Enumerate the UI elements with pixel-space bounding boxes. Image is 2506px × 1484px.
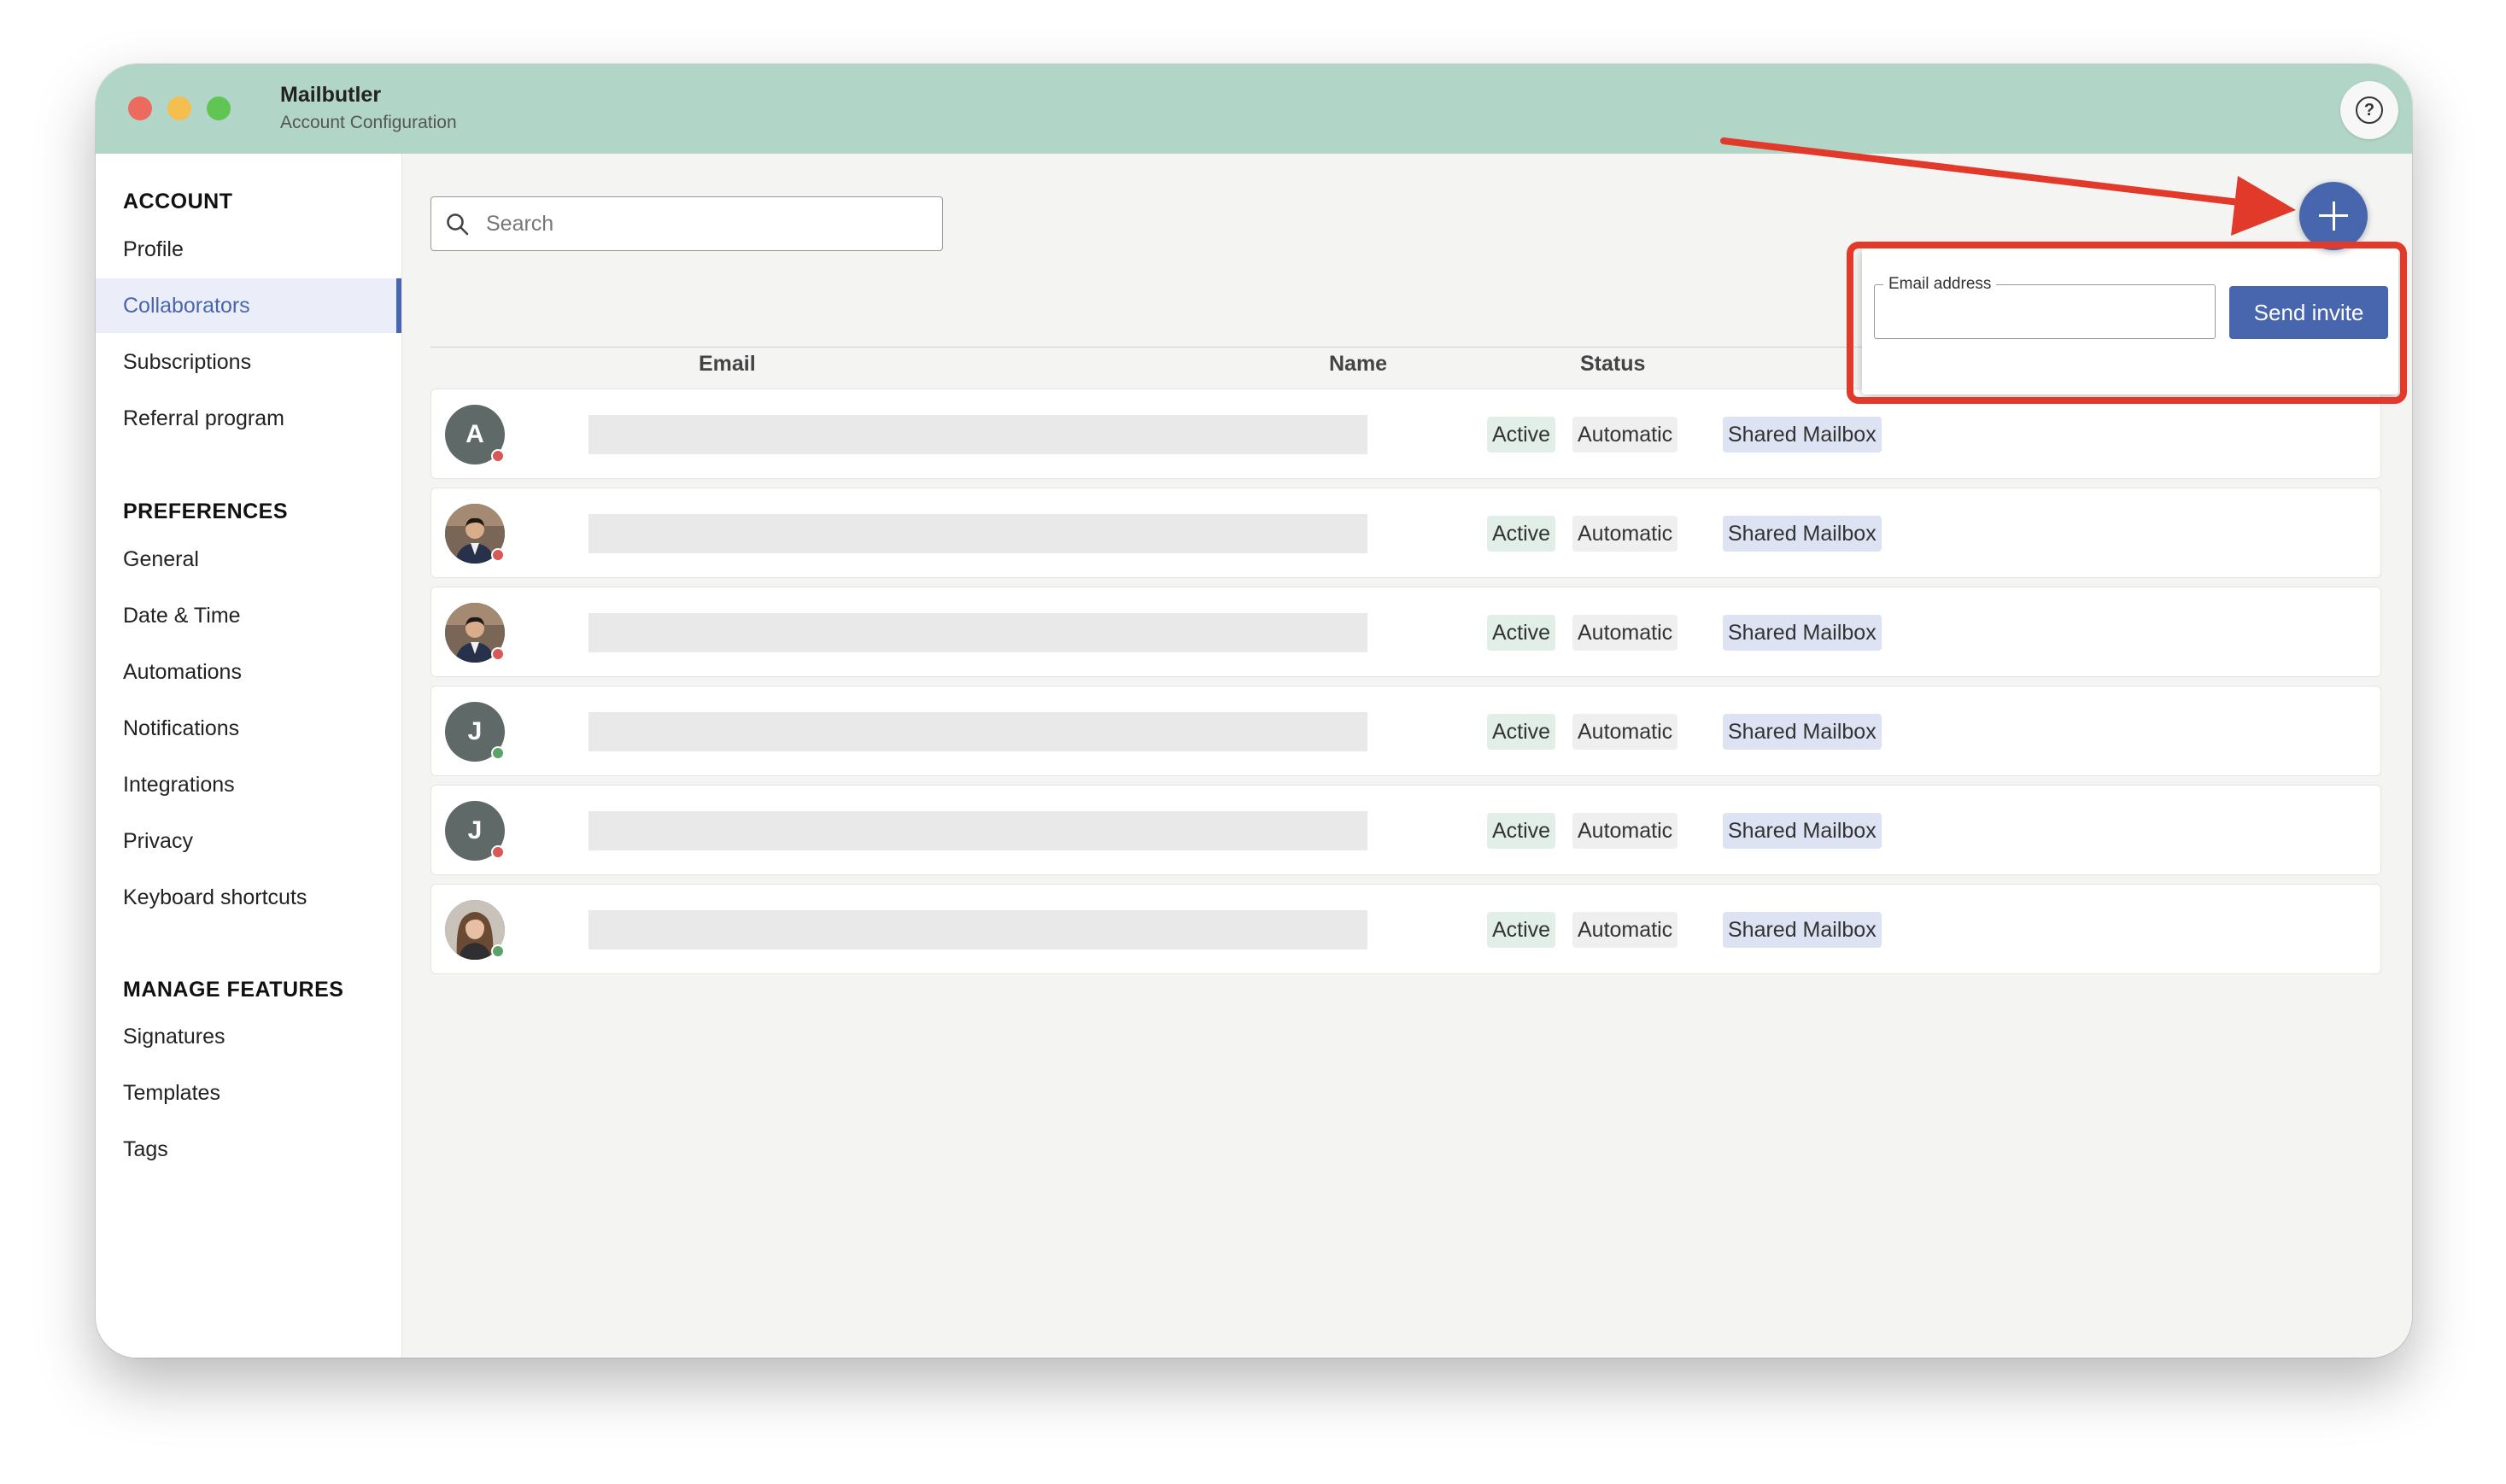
- annotation-arrow: [1720, 137, 2296, 236]
